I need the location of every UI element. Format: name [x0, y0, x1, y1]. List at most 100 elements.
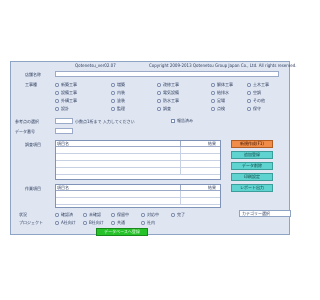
construction-type-radio[interactable]: 給排水	[211, 90, 229, 96]
radio-label: 設備工事	[61, 90, 77, 95]
project-radio[interactable]: A社向け	[55, 220, 76, 226]
radio-dot[interactable]	[111, 99, 115, 103]
construction-type-radio[interactable]: その他	[247, 98, 265, 104]
report-output-button[interactable]: レポート出力	[231, 184, 273, 192]
radio-dot[interactable]	[55, 91, 59, 95]
construction-type-radio[interactable]: 保守	[247, 106, 261, 112]
status-radio[interactable]: 確認済	[55, 212, 73, 218]
construction-type-radio[interactable]: 内装	[111, 90, 125, 96]
construction-type-radio[interactable]: 改修工事	[157, 82, 179, 88]
radio-label: A社向け	[61, 220, 76, 225]
new-record-button[interactable]: 新規作成(F1)	[231, 140, 273, 148]
status-radio[interactable]: 対応中	[141, 212, 159, 218]
main-window: Qotenetsu_ver02.07 Copyright 2009-2013 Q…	[10, 61, 297, 236]
status-label: 状況	[19, 212, 27, 217]
construction-type-radio[interactable]: 設備工事	[55, 90, 77, 96]
register-button[interactable]: データベースへ登録	[96, 228, 148, 236]
table-row[interactable]	[56, 191, 220, 198]
radio-dot[interactable]	[55, 213, 59, 217]
radio-dot[interactable]	[55, 107, 59, 111]
construction-type-radio[interactable]: 塗装	[111, 98, 125, 104]
construction-type-radio[interactable]: 設計	[55, 106, 69, 112]
store-name-field[interactable]	[55, 71, 279, 77]
radio-label: 対応中	[147, 212, 159, 217]
print-settings-button[interactable]: 印刷設定	[231, 173, 273, 181]
status-radio[interactable]: 保留中	[111, 212, 129, 218]
construction-type-radio[interactable]: 空調	[247, 90, 261, 96]
column-separator	[180, 198, 181, 204]
radio-dot[interactable]	[171, 213, 175, 217]
construction-type-radio[interactable]: 調査	[157, 106, 171, 112]
radio-dot[interactable]	[55, 99, 59, 103]
radio-dot[interactable]	[157, 99, 161, 103]
radio-label: 未確認	[89, 212, 101, 217]
radio-dot[interactable]	[111, 221, 115, 225]
construction-type-radio[interactable]: 土木工事	[247, 82, 269, 88]
column-separator	[180, 154, 181, 160]
project-radio[interactable]: 共通	[111, 220, 125, 226]
radio-label: 改修工事	[163, 82, 179, 87]
radio-dot[interactable]	[111, 107, 115, 111]
radio-dot[interactable]	[247, 91, 251, 95]
reported-label: 報告済み	[177, 118, 193, 123]
add-record-button[interactable]: 追加登録	[231, 151, 273, 159]
radio-dot[interactable]	[247, 99, 251, 103]
construction-type-radio[interactable]: 監理	[111, 106, 125, 112]
table-row[interactable]	[56, 161, 220, 168]
radio-dot[interactable]	[55, 221, 59, 225]
construction-type-radio[interactable]: 電気設備	[157, 90, 179, 96]
checkbox-box[interactable]	[171, 119, 175, 123]
category-select[interactable]: カテゴリー選択	[239, 210, 291, 217]
construction-type-radio[interactable]: 点検	[211, 106, 225, 112]
app-title: Qotenetsu_ver02.07	[75, 63, 116, 68]
radio-label: 足場	[217, 98, 225, 103]
radio-dot[interactable]	[157, 83, 161, 87]
radio-label: 社内	[147, 220, 155, 225]
construction-type-radio[interactable]: 解体工事	[211, 82, 233, 88]
radio-dot[interactable]	[141, 221, 145, 225]
construction-type-radio[interactable]: 防水工事	[157, 98, 179, 104]
radio-dot[interactable]	[211, 91, 215, 95]
delete-record-button[interactable]: データ削除	[231, 162, 273, 170]
radio-dot[interactable]	[211, 99, 215, 103]
construction-type-radio[interactable]: 増築	[111, 82, 125, 88]
radio-dot[interactable]	[83, 221, 87, 225]
rating-field[interactable]	[55, 118, 73, 124]
radio-label: 完了	[177, 212, 185, 217]
radio-label: 監理	[117, 106, 125, 111]
construction-type-radio[interactable]: 外構工事	[55, 98, 77, 104]
status-radio[interactable]: 未確認	[83, 212, 101, 218]
radio-label: 内装	[117, 90, 125, 95]
rating-hint: 小数点1桁まで 入力してください	[75, 119, 135, 124]
radio-dot[interactable]	[111, 83, 115, 87]
radio-dot[interactable]	[141, 213, 145, 217]
rating-label: 参考点の選択	[15, 119, 39, 124]
radio-dot[interactable]	[111, 213, 115, 217]
radio-label: 保留中	[117, 212, 129, 217]
radio-dot[interactable]	[157, 91, 161, 95]
radio-label: 防水工事	[163, 98, 179, 103]
construction-type-radio[interactable]: 新築工事	[55, 82, 77, 88]
table-row[interactable]	[56, 168, 220, 175]
radio-dot[interactable]	[157, 107, 161, 111]
table-row[interactable]	[56, 147, 220, 154]
radio-dot[interactable]	[111, 91, 115, 95]
radio-label: 新築工事	[61, 82, 77, 87]
reported-checkbox[interactable]: 報告済み	[171, 118, 193, 124]
radio-label: 電気設備	[163, 90, 179, 95]
radio-dot[interactable]	[83, 213, 87, 217]
table-row[interactable]	[56, 154, 220, 161]
radio-dot[interactable]	[55, 83, 59, 87]
status-radio[interactable]: 完了	[171, 212, 185, 218]
table-row[interactable]	[56, 198, 220, 205]
data-number-field[interactable]	[55, 128, 73, 134]
radio-dot[interactable]	[211, 107, 215, 111]
project-radio[interactable]: B社向け	[83, 220, 104, 226]
project-radio[interactable]: 社内	[141, 220, 155, 226]
construction-type-label: 工事種	[25, 82, 37, 87]
radio-dot[interactable]	[211, 83, 215, 87]
radio-dot[interactable]	[247, 107, 251, 111]
inspection-table-label: 調査項目	[25, 142, 41, 147]
construction-type-radio[interactable]: 足場	[211, 98, 225, 104]
radio-dot[interactable]	[247, 83, 251, 87]
